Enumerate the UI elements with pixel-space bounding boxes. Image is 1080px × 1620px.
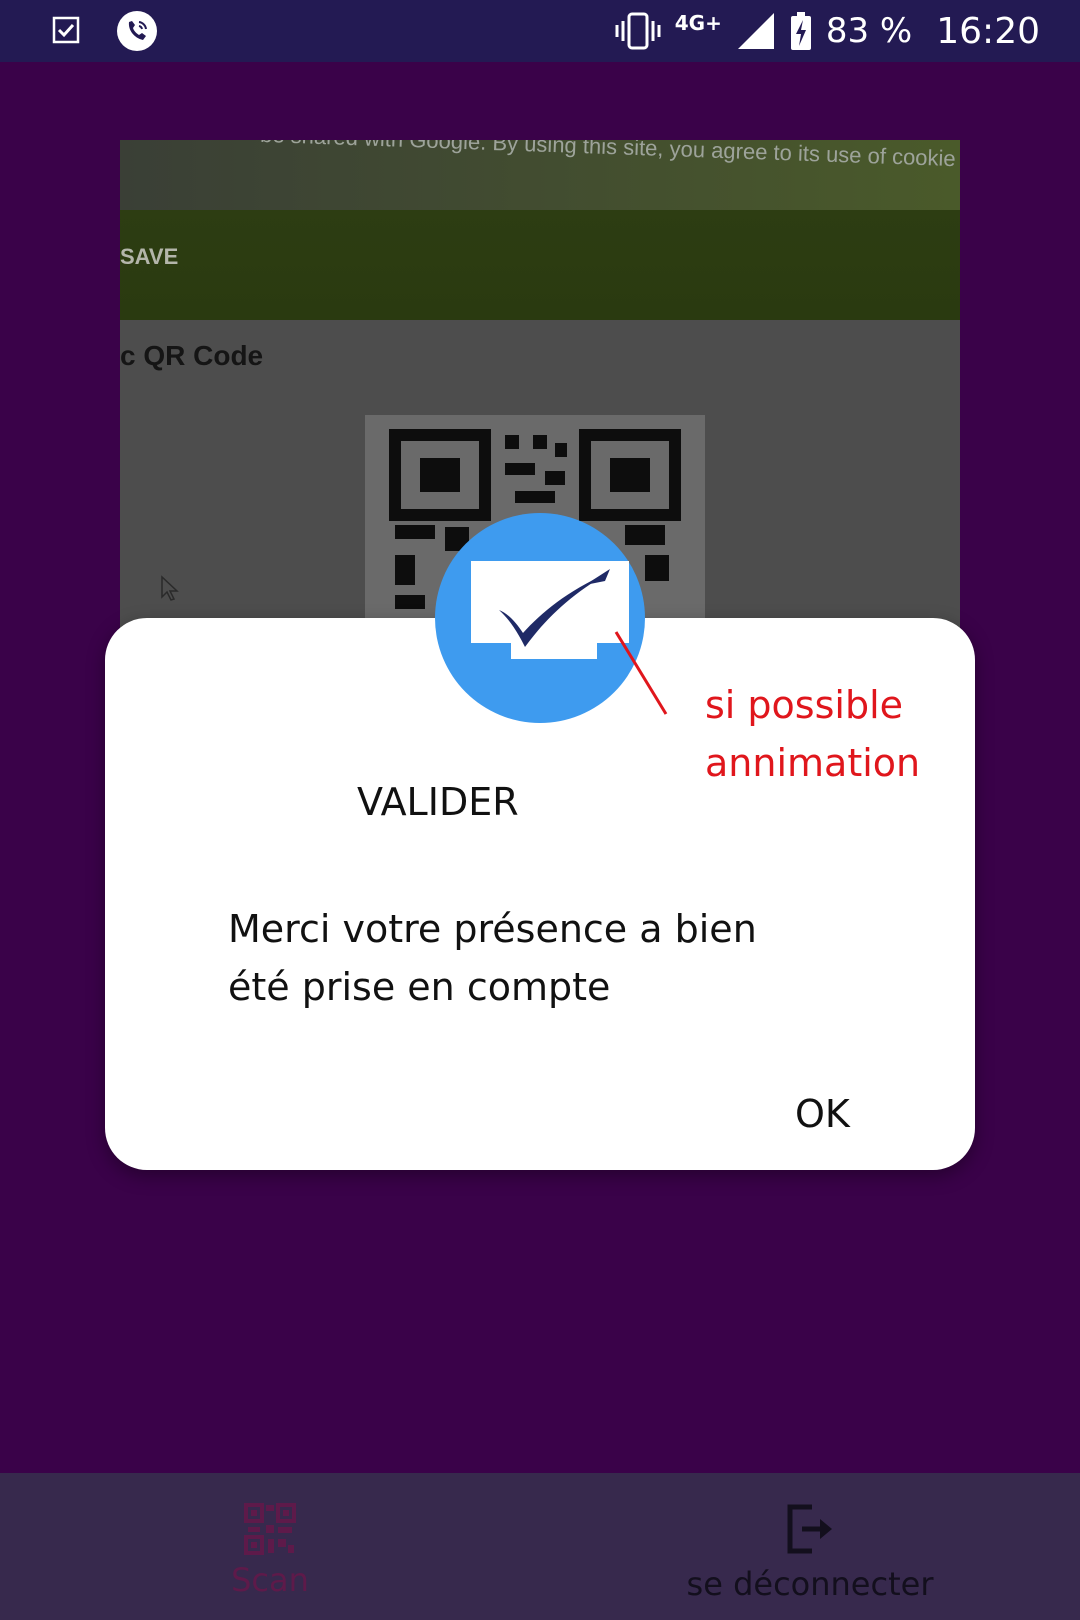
dialog-message-line-1: Merci votre présence a bien (228, 907, 757, 951)
nav-label-scan: Scan (231, 1561, 309, 1599)
camera-qr-title: c QR Code (120, 340, 264, 371)
annotation-line-1: si possible (705, 683, 904, 727)
dialog-message-line-2: été prise en compte (228, 965, 611, 1009)
camera-green-bar (120, 210, 960, 320)
checkbox-notification-icon (52, 16, 80, 44)
battery-charging-icon (790, 12, 811, 50)
annotation-pointer-line (614, 631, 668, 715)
annotation-line-2: annimation (705, 741, 921, 785)
vibrate-icon (615, 12, 661, 50)
nav-label-logout: se déconnecter (686, 1565, 934, 1603)
annotation-note: si possible annimation (705, 676, 1025, 792)
bottom-navigation: Scan se déconnecter (0, 1473, 1080, 1620)
dialog-title: VALIDER (357, 780, 519, 824)
qr-code-icon (244, 1503, 296, 1555)
phone-call-icon (117, 11, 157, 51)
clock: 16:20 (936, 10, 1040, 52)
camera-save-text: SAVE (120, 244, 179, 269)
nav-item-logout[interactable]: se déconnecter (660, 1473, 960, 1620)
signal-icon (737, 13, 774, 49)
cursor-arrow-icon (161, 575, 179, 601)
battery-percent: 83 % (825, 11, 913, 51)
status-bar: 4G+ 83 % 16:20 (0, 0, 1080, 62)
logout-icon (787, 1504, 832, 1554)
network-type: 4G+ (674, 11, 722, 35)
ok-button[interactable]: OK (785, 1088, 860, 1140)
nav-item-scan[interactable]: Scan (120, 1473, 420, 1620)
dialog-message: Merci votre présence a bien été prise en… (228, 900, 808, 1016)
